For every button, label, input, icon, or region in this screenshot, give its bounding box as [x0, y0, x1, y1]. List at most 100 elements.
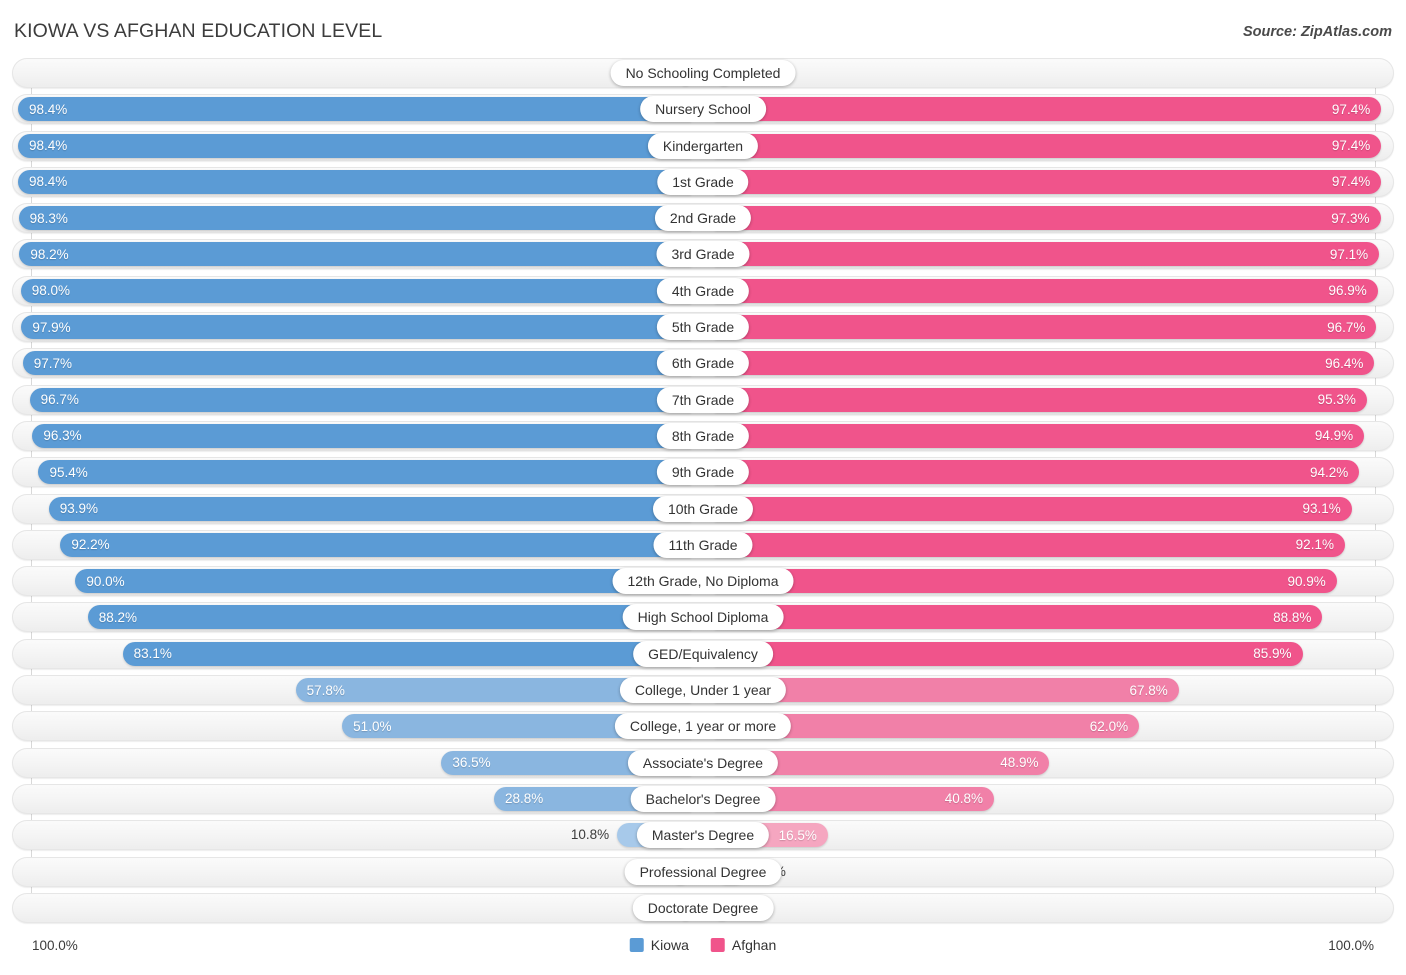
- bar-row: 96.7% 95.3% 7th Grade: [12, 384, 1394, 415]
- category-label[interactable]: Bachelor's Degree: [630, 785, 776, 812]
- kiowa-value: 57.8%: [306, 682, 345, 698]
- chart-plot-area: 1.6% 2.6%No Schooling Completed 98.4% 97.4%…: [12, 58, 1394, 932]
- legend-item[interactable]: Kiowa: [629, 937, 689, 953]
- afghan-bar[interactable]: 96.7%: [715, 315, 1377, 340]
- category-label[interactable]: 2nd Grade: [654, 205, 752, 232]
- legend-item[interactable]: Afghan: [710, 937, 777, 953]
- afghan-half: 97.4%: [715, 97, 1382, 122]
- kiowa-value: 96.7%: [40, 392, 79, 408]
- afghan-value: 48.9%: [1000, 755, 1039, 771]
- category-label[interactable]: 7th Grade: [656, 386, 750, 413]
- afghan-bar[interactable]: 97.4%: [715, 97, 1382, 122]
- afghan-bar[interactable]: 96.9%: [715, 278, 1378, 303]
- bar-row: 95.4% 94.2% 9th Grade: [12, 457, 1394, 488]
- kiowa-value: 96.3%: [43, 428, 82, 444]
- kiowa-half: 88.2%: [31, 605, 691, 630]
- category-label[interactable]: Doctorate Degree: [632, 894, 774, 921]
- afghan-value: 97.4%: [1331, 138, 1371, 154]
- kiowa-value: 97.7%: [33, 355, 73, 371]
- kiowa-bar[interactable]: 98.4%: [17, 97, 691, 122]
- category-label[interactable]: Nursery School: [640, 96, 766, 123]
- bar-row: 97.9% 96.7% 5th Grade: [12, 312, 1394, 343]
- kiowa-half: 98.3%: [18, 206, 691, 231]
- afghan-bar[interactable]: 97.4%: [715, 133, 1382, 158]
- category-label[interactable]: No Schooling Completed: [610, 60, 796, 86]
- kiowa-bar[interactable]: 90.0%: [75, 569, 691, 594]
- kiowa-bar[interactable]: 98.4%: [17, 169, 691, 194]
- kiowa-bar[interactable]: 97.7%: [22, 351, 691, 376]
- kiowa-value: 95.4%: [49, 464, 88, 480]
- afghan-bar[interactable]: 92.1%: [715, 532, 1345, 557]
- category-label[interactable]: 6th Grade: [656, 350, 750, 377]
- kiowa-half: 36.5%: [31, 750, 691, 775]
- kiowa-bar[interactable]: 98.4%: [17, 133, 691, 158]
- category-label[interactable]: Associate's Degree: [627, 749, 779, 776]
- afghan-bar[interactable]: 93.1%: [715, 496, 1352, 521]
- category-label[interactable]: High School Diploma: [622, 604, 784, 631]
- kiowa-value: 98.4%: [28, 138, 68, 154]
- category-label[interactable]: 3rd Grade: [656, 241, 750, 268]
- axis-label-left: 100.0%: [32, 938, 78, 953]
- kiowa-bar[interactable]: 83.1%: [122, 641, 691, 666]
- kiowa-value: 28.8%: [505, 791, 544, 807]
- kiowa-bar[interactable]: 96.7%: [29, 387, 691, 412]
- category-label[interactable]: Kindergarten: [647, 132, 759, 159]
- category-label[interactable]: 1st Grade: [657, 168, 749, 195]
- kiowa-bar[interactable]: 98.3%: [18, 206, 691, 231]
- kiowa-half: 28.8%: [31, 786, 691, 811]
- afghan-bar[interactable]: 94.9%: [715, 423, 1365, 448]
- kiowa-bar[interactable]: 88.2%: [87, 605, 691, 630]
- kiowa-bar[interactable]: 95.4%: [38, 460, 691, 485]
- afghan-half: 92.1%: [715, 532, 1375, 557]
- bar-row: 51.0% 62.0% College, 1 year or more: [12, 711, 1394, 742]
- kiowa-half: 98.0%: [20, 278, 691, 303]
- kiowa-half: 96.3%: [31, 423, 691, 448]
- afghan-half: 93.1%: [715, 496, 1375, 521]
- category-label[interactable]: 4th Grade: [656, 277, 750, 304]
- category-label[interactable]: College, Under 1 year: [619, 677, 787, 704]
- afghan-value: 97.4%: [1331, 174, 1371, 190]
- legend-label: Afghan: [731, 937, 777, 953]
- afghan-bar[interactable]: 88.8%: [715, 605, 1323, 630]
- category-label[interactable]: 10th Grade: [652, 495, 754, 522]
- kiowa-bar[interactable]: 93.9%: [48, 496, 691, 521]
- afghan-value: 88.8%: [1273, 609, 1312, 625]
- afghan-bar[interactable]: 96.4%: [715, 351, 1375, 376]
- afghan-value: 16.5%: [778, 827, 817, 843]
- kiowa-half: 98.4%: [17, 133, 691, 158]
- kiowa-value: 51.0%: [353, 718, 392, 734]
- afghan-half: 96.7%: [715, 315, 1377, 340]
- afghan-bar[interactable]: 95.3%: [715, 387, 1367, 412]
- afghan-half: 67.8%: [715, 678, 1375, 703]
- category-label[interactable]: 8th Grade: [656, 422, 750, 449]
- bar-row: 98.2% 97.1% 3rd Grade: [12, 239, 1394, 270]
- afghan-bar[interactable]: 97.3%: [715, 206, 1381, 231]
- afghan-value: 95.3%: [1317, 392, 1356, 408]
- afghan-bar[interactable]: 94.2%: [715, 460, 1360, 485]
- category-label[interactable]: Master's Degree: [636, 822, 770, 849]
- category-label[interactable]: 9th Grade: [656, 459, 750, 486]
- afghan-bar[interactable]: 90.9%: [715, 569, 1337, 594]
- afghan-half: 90.9%: [715, 569, 1375, 594]
- afghan-half: 88.8%: [715, 605, 1375, 630]
- kiowa-half: 97.7%: [22, 351, 691, 376]
- afghan-bar[interactable]: 85.9%: [715, 641, 1303, 666]
- kiowa-value: 98.2%: [30, 246, 69, 262]
- afghan-half: 94.9%: [715, 423, 1375, 448]
- category-label[interactable]: 12th Grade, No Diploma: [612, 568, 794, 595]
- category-label[interactable]: GED/Equivalency: [633, 640, 773, 667]
- category-label[interactable]: College, 1 year or more: [614, 713, 792, 740]
- kiowa-bar[interactable]: 97.9%: [21, 315, 691, 340]
- legend-swatch-icon: [710, 938, 725, 952]
- kiowa-half: 57.8%: [31, 678, 691, 703]
- category-label[interactable]: 5th Grade: [656, 314, 750, 341]
- kiowa-bar[interactable]: 98.2%: [19, 242, 691, 267]
- category-label[interactable]: 11th Grade: [653, 531, 753, 558]
- afghan-half: 97.4%: [715, 169, 1382, 194]
- afghan-bar[interactable]: 97.4%: [715, 169, 1382, 194]
- category-label[interactable]: Professional Degree: [624, 858, 782, 885]
- kiowa-bar[interactable]: 98.0%: [20, 278, 691, 303]
- kiowa-bar[interactable]: 92.2%: [60, 532, 691, 557]
- kiowa-bar[interactable]: 96.3%: [32, 423, 691, 448]
- afghan-bar[interactable]: 97.1%: [715, 242, 1380, 267]
